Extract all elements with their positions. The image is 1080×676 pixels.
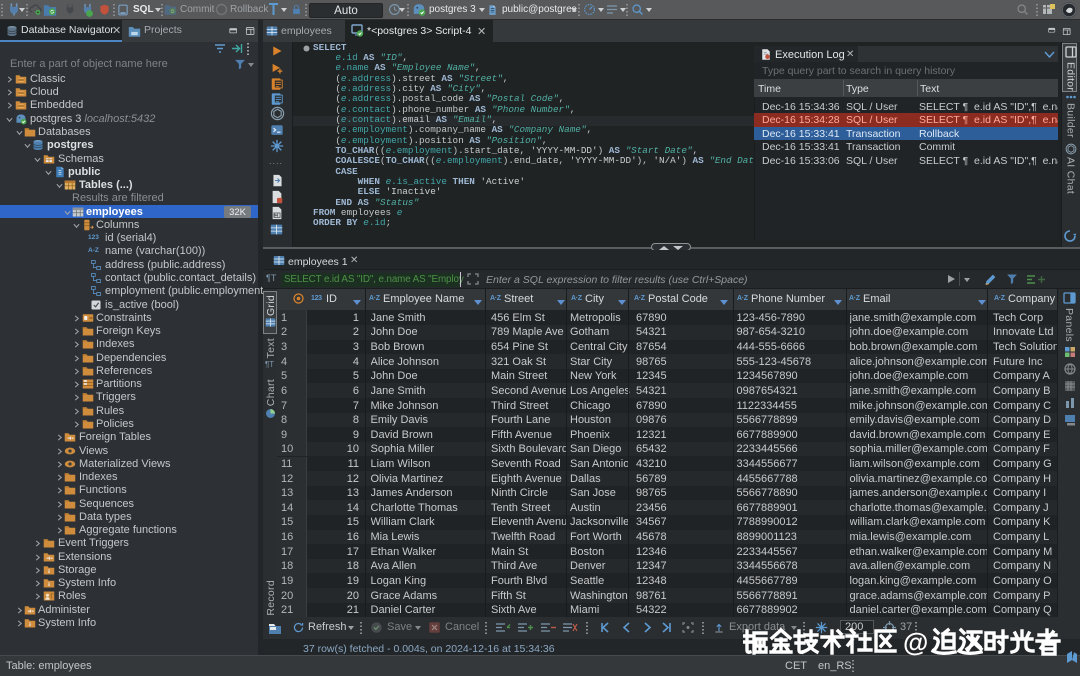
- svg-text:@: @: [903, 627, 928, 657]
